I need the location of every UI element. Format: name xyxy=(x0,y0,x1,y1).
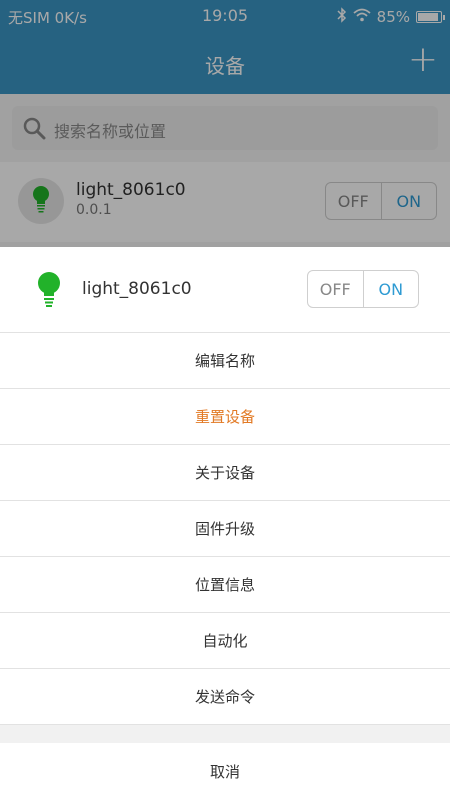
about-device-button[interactable]: 关于设备 xyxy=(0,445,450,501)
location-info-button[interactable]: 位置信息 xyxy=(0,557,450,613)
sheet-toggle-on[interactable]: ON xyxy=(364,271,419,307)
sheet-divider xyxy=(0,725,450,743)
light-bulb-icon xyxy=(36,271,62,311)
firmware-upgrade-button[interactable]: 固件升级 xyxy=(0,501,450,557)
sheet-power-toggle[interactable]: OFF ON xyxy=(307,270,419,308)
reset-device-button[interactable]: 重置设备 xyxy=(0,389,450,445)
send-command-button[interactable]: 发送命令 xyxy=(0,669,450,725)
automation-button[interactable]: 自动化 xyxy=(0,613,450,669)
action-menu: 编辑名称 重置设备 关于设备 固件升级 位置信息 自动化 发送命令 xyxy=(0,333,450,725)
action-sheet: light_8061c0 OFF ON 编辑名称 重置设备 关于设备 固件升级 … xyxy=(0,247,450,800)
sheet-device-name: light_8061c0 xyxy=(82,279,192,299)
action-sheet-header: light_8061c0 OFF ON xyxy=(0,247,450,333)
edit-name-button[interactable]: 编辑名称 xyxy=(0,333,450,389)
cancel-button[interactable]: 取消 xyxy=(0,743,450,800)
sheet-toggle-off[interactable]: OFF xyxy=(308,271,364,307)
